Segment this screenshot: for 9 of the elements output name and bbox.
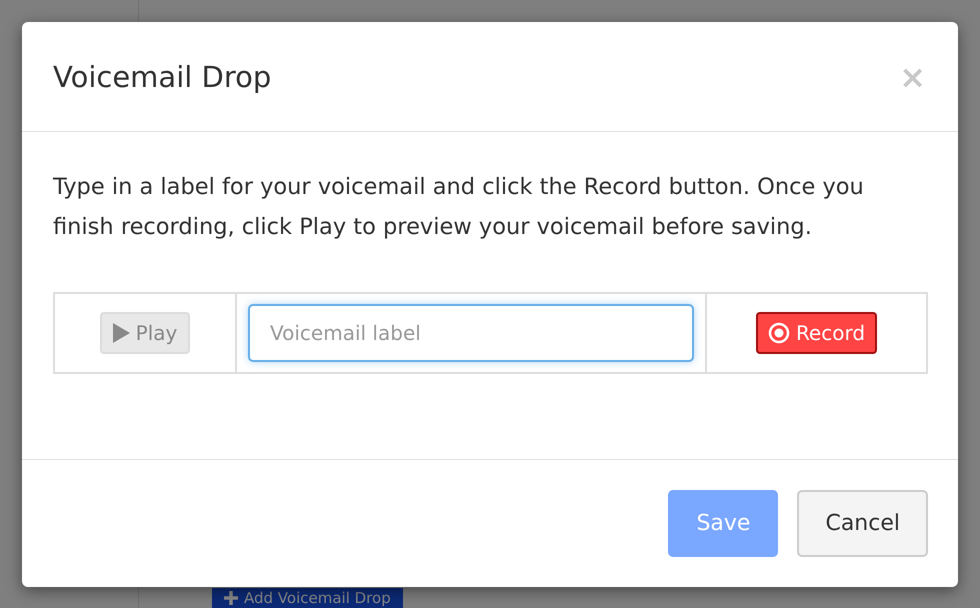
record-icon bbox=[768, 322, 790, 344]
play-icon bbox=[112, 323, 130, 343]
add-voicemail-drop-button[interactable]: Add Voicemail Drop bbox=[212, 588, 403, 608]
cancel-button[interactable]: Cancel bbox=[797, 490, 928, 557]
plus-icon bbox=[224, 591, 238, 605]
voicemail-label-field[interactable]: Voicemail label bbox=[248, 304, 694, 362]
record-button[interactable]: Record bbox=[756, 312, 878, 354]
instructions-text: Type in a label for your voicemail and click the Record button. Once you finish recording, click Play to preview your voicemail before saving. bbox=[53, 173, 865, 242]
dialog-title: Voicemail Drop bbox=[53, 60, 272, 94]
